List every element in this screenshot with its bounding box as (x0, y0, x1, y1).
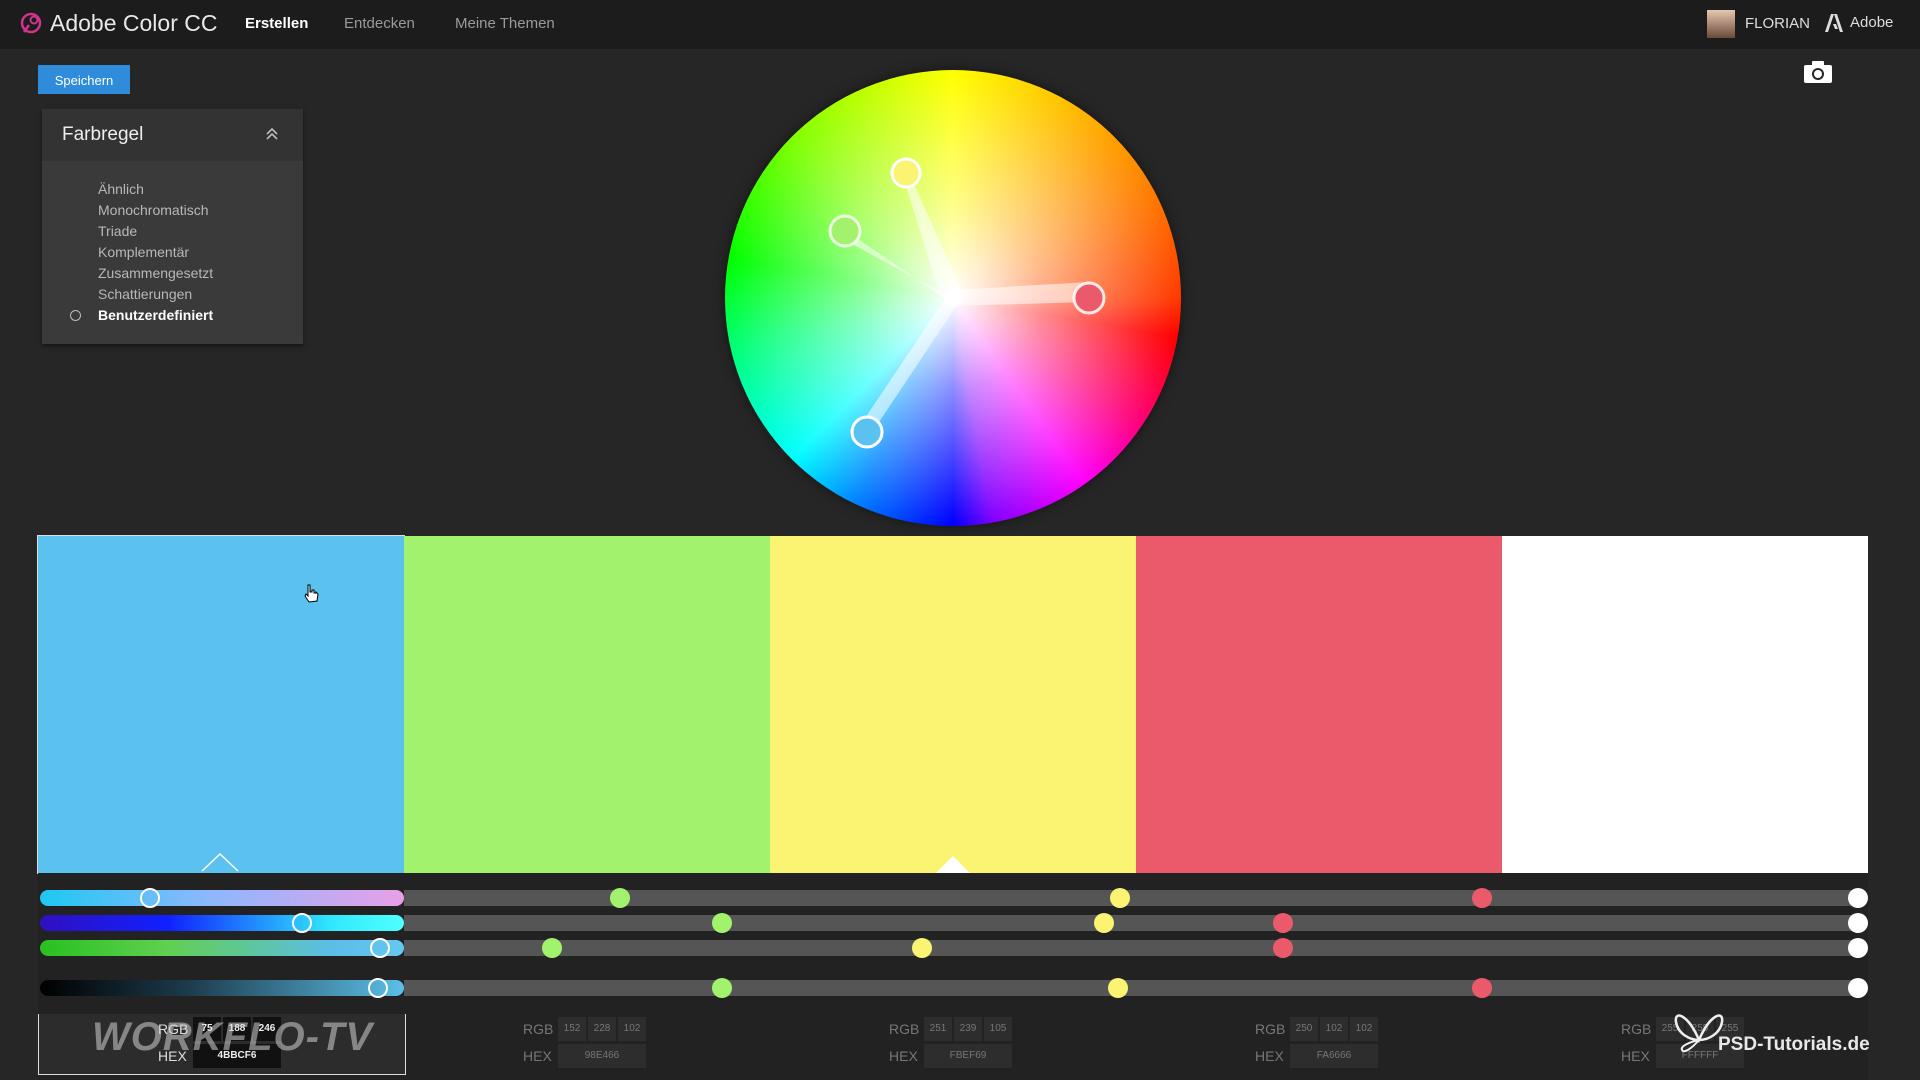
hex-label-4: HEX (1255, 1048, 1284, 1064)
knob-hue-4[interactable] (1472, 888, 1492, 908)
rule-benutzerdefiniert[interactable]: Benutzerdefiniert (42, 305, 303, 326)
rgb-r-2[interactable]: 152 (558, 1017, 586, 1041)
swatch-base-marker-icon (201, 852, 239, 872)
handle-green[interactable] (828, 214, 862, 248)
swatch-3[interactable] (770, 536, 1136, 873)
hand-cursor-icon (304, 584, 319, 603)
knob-hue-1[interactable] (140, 888, 160, 908)
camera-icon[interactable] (1803, 60, 1833, 84)
rgb-r-3[interactable]: 251 (924, 1017, 952, 1041)
swatch-4[interactable] (1136, 536, 1502, 873)
rule-monochromatisch[interactable]: Monochromatisch (42, 200, 303, 221)
color-rule-panel: Farbregel Ähnlich Monochromatisch Triade… (42, 109, 303, 344)
knob-value-2[interactable] (712, 978, 732, 998)
knob-brightness-1[interactable] (370, 938, 390, 958)
knob-value-3[interactable] (1108, 978, 1128, 998)
user-name[interactable]: FLORIAN (1745, 15, 1810, 32)
rule-zusammengesetzt[interactable]: Zusammengesetzt (42, 263, 303, 284)
slider-brightness-track[interactable] (404, 940, 1866, 956)
slider-value-track[interactable] (404, 980, 1866, 996)
slider-saturation-track[interactable] (404, 915, 1866, 931)
swatch-2[interactable] (404, 536, 770, 873)
adobe-logo-icon[interactable] (1824, 13, 1844, 33)
rule-komplementaer[interactable]: Komplementär (42, 242, 303, 263)
swatch-5[interactable] (1502, 536, 1868, 873)
hex-value-4[interactable]: FA6666 (1290, 1044, 1378, 1068)
rule-schattierungen[interactable]: Schattierungen (42, 284, 303, 305)
knob-saturation-2[interactable] (712, 913, 732, 933)
knob-saturation-3[interactable] (1094, 913, 1114, 933)
adobe-color-logo-icon (20, 12, 42, 34)
hex-value-2[interactable]: 98E466 (558, 1044, 646, 1068)
knob-value-1[interactable] (368, 978, 388, 998)
panel-title: Farbregel (62, 124, 144, 145)
knob-value-5[interactable] (1848, 978, 1868, 998)
radio-selected-icon (70, 310, 81, 321)
knob-hue-5[interactable] (1848, 888, 1868, 908)
rgb-r-4[interactable]: 250 (1290, 1017, 1318, 1041)
nav-meine-themen[interactable]: Meine Themen (455, 15, 555, 32)
rule-label: Benutzerdefiniert (98, 307, 214, 323)
app-title: Adobe Color CC (50, 10, 218, 36)
color-wheel-handles (828, 157, 1106, 449)
knob-brightness-2[interactable] (542, 938, 562, 958)
avatar[interactable] (1707, 10, 1735, 38)
rgb-label-2: RGB (523, 1021, 554, 1037)
nav-entdecken[interactable]: Entdecken (344, 15, 415, 32)
knob-hue-2[interactable] (610, 888, 630, 908)
handle-blue[interactable] (850, 415, 884, 449)
knob-brightness-3[interactable] (912, 938, 932, 958)
slider-saturation-selected[interactable] (40, 915, 404, 931)
knob-brightness-4[interactable] (1273, 938, 1293, 958)
slider-brightness-selected[interactable] (40, 940, 404, 956)
swatch-1[interactable] (37, 535, 405, 874)
rgb-b-4[interactable]: 102 (1350, 1017, 1378, 1041)
knob-saturation-4[interactable] (1273, 913, 1293, 933)
save-button[interactable]: Speichern (38, 65, 130, 94)
slider-hue-selected[interactable] (40, 890, 404, 906)
knob-saturation-1[interactable] (292, 913, 312, 933)
rule-list: Ähnlich Monochromatisch Triade Komplemen… (42, 161, 303, 326)
color-wheel[interactable] (725, 70, 1181, 526)
adobe-link[interactable]: Adobe (1850, 14, 1893, 31)
knob-brightness-5[interactable] (1848, 938, 1868, 958)
rule-triade[interactable]: Triade (42, 221, 303, 242)
nav-erstellen[interactable]: Erstellen (245, 15, 308, 32)
hex-label-5: HEX (1621, 1048, 1650, 1064)
rule-aehnlich[interactable]: Ähnlich (42, 179, 303, 200)
rgb-label-4: RGB (1255, 1021, 1286, 1037)
wheel-center-handle[interactable] (944, 289, 962, 307)
handle-red[interactable] (1072, 281, 1106, 315)
spoke-blue (861, 296, 959, 434)
panel-header[interactable]: Farbregel (42, 109, 303, 161)
knob-hue-3[interactable] (1110, 888, 1130, 908)
base-color-marker-icon (936, 856, 970, 873)
watermark-psd-tutorials: PSD-Tutorials.de (1718, 1034, 1870, 1055)
chevron-double-up-icon[interactable] (265, 127, 279, 141)
hex-value-3[interactable]: FBEF69 (924, 1044, 1012, 1068)
rgb-b-2[interactable]: 102 (618, 1017, 646, 1041)
knob-saturation-5[interactable] (1848, 913, 1868, 933)
rgb-label-5: RGB (1621, 1021, 1652, 1037)
watermark-workflo-tv: WORKFLO-TV (92, 1015, 374, 1059)
hex-label-3: HEX (889, 1048, 918, 1064)
knob-value-4[interactable] (1472, 978, 1492, 998)
rgb-label-3: RGB (889, 1021, 920, 1037)
top-bar: Adobe Color CC Erstellen Entdecken Meine… (0, 0, 1920, 49)
rgb-g-3[interactable]: 239 (954, 1017, 982, 1041)
rgb-b-3[interactable]: 105 (984, 1017, 1012, 1041)
handle-yellow[interactable] (890, 157, 922, 189)
hex-label-2: HEX (523, 1048, 552, 1064)
rgb-g-2[interactable]: 228 (588, 1017, 616, 1041)
rgb-g-4[interactable]: 102 (1320, 1017, 1348, 1041)
slider-value-selected[interactable] (40, 980, 404, 996)
spoke-red (953, 282, 1089, 306)
